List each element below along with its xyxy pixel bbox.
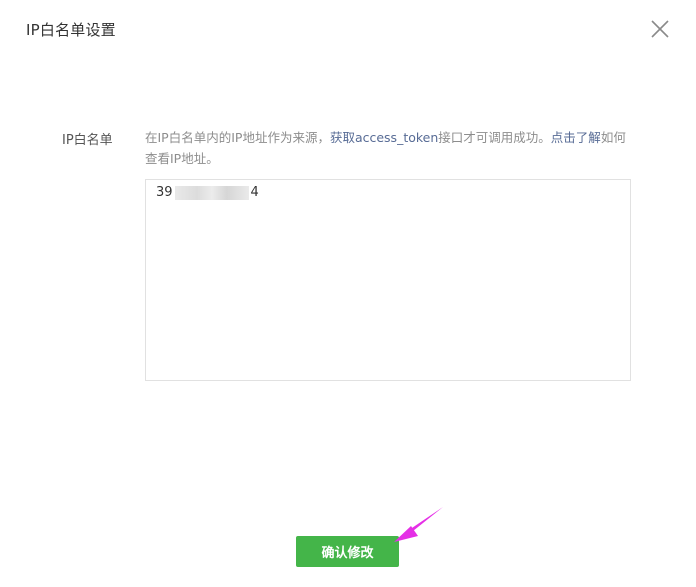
- hint-prefix: 在IP白名单内的IP地址作为来源，: [145, 130, 330, 145]
- confirm-button[interactable]: 确认修改: [296, 536, 399, 567]
- ip-redaction-mask: [174, 185, 249, 200]
- ip-value-end: 4: [250, 185, 259, 200]
- ip-value: 39 4: [156, 185, 259, 200]
- close-button[interactable]: [648, 17, 672, 41]
- dialog-title: IP白名单设置: [26, 21, 116, 39]
- whitelist-hint: 在IP白名单内的IP地址作为来源，获取access_token接口才可调用成功。…: [145, 127, 632, 169]
- hint-middle: 接口才可调用成功。: [438, 130, 551, 145]
- ip-value-start: 39: [156, 185, 173, 200]
- whitelist-label: IP白名单: [62, 133, 113, 148]
- close-icon: [651, 20, 669, 38]
- ip-whitelist-dialog: IP白名单设置 IP白名单 在IP白名单内的IP地址作为来源，获取access_…: [0, 0, 696, 587]
- ip-whitelist-input[interactable]: [145, 179, 631, 381]
- help-link[interactable]: 点击了解: [551, 130, 601, 145]
- access-token-link[interactable]: 获取access_token: [330, 130, 438, 145]
